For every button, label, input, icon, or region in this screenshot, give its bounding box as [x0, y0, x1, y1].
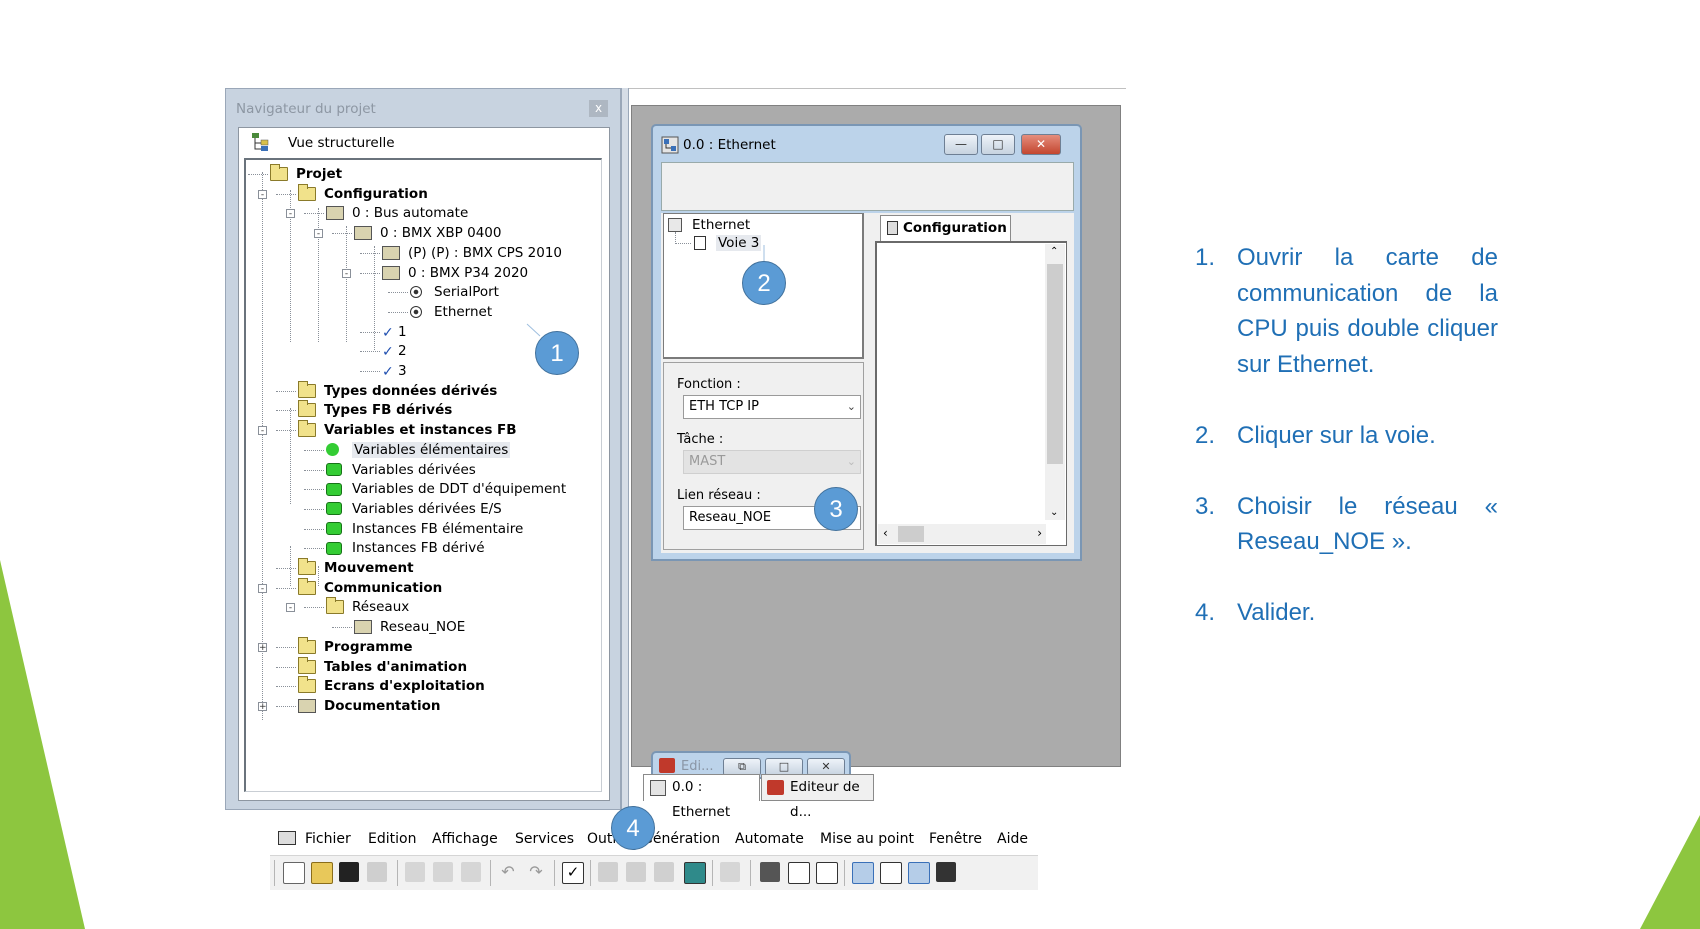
step-text: Valider.: [1237, 599, 1316, 626]
instruction-step: 2. Cliquer sur la voie.: [1192, 418, 1498, 454]
step-number: 1.: [1195, 244, 1216, 271]
step-text: Cliquer sur la voie.: [1237, 421, 1436, 449]
instruction-step: 4. Valider.: [1192, 595, 1498, 631]
step-number: 3.: [1195, 492, 1216, 520]
instruction-step: 1. Ouvrir la carte de communication de la…: [1192, 240, 1498, 382]
instructions-list: 1. Ouvrir la carte de communication de la…: [1192, 240, 1498, 666]
step-text: Choisir le réseau « Reseau_NOE ».: [1237, 492, 1498, 556]
step-number: 4.: [1195, 599, 1216, 626]
step-number: 2.: [1195, 421, 1216, 449]
instruction-step: 3. Choisir le réseau « Reseau_NOE ».: [1192, 489, 1498, 560]
step-text: Ouvrir la carte de communication de la C…: [1237, 244, 1498, 378]
